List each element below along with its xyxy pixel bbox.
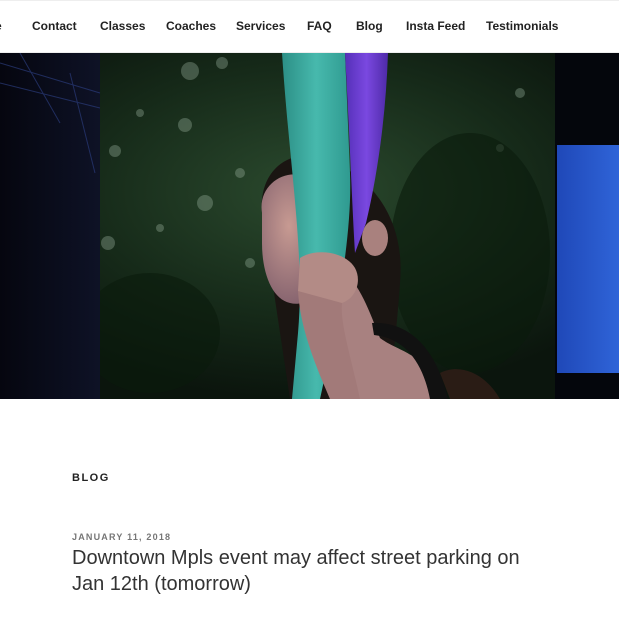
nav-item-faq[interactable]: FAQ: [307, 19, 332, 33]
nav-item-insta-feed[interactable]: Insta Feed: [406, 19, 465, 33]
nav-item-contact[interactable]: Contact: [32, 19, 77, 33]
post-title-link[interactable]: Downtown Mpls event may affect street pa…: [72, 545, 542, 597]
nav-item-home[interactable]: e: [0, 19, 2, 33]
nav-item-testimonials[interactable]: Testimonials: [486, 19, 558, 33]
nav-item-coaches[interactable]: Coaches: [166, 19, 216, 33]
aerial-silks-photo: [0, 53, 619, 399]
hero-image: [0, 53, 619, 399]
page: e Contact Classes Coaches Services FAQ B…: [0, 0, 619, 619]
nav-item-services[interactable]: Services: [236, 19, 285, 33]
post-date-link[interactable]: JANUARY 11, 2018: [72, 532, 171, 542]
section-title-blog: BLOG: [72, 472, 110, 484]
nav-item-classes[interactable]: Classes: [100, 19, 145, 33]
nav-item-blog[interactable]: Blog: [356, 19, 383, 33]
main-navigation: e Contact Classes Coaches Services FAQ B…: [0, 0, 619, 53]
